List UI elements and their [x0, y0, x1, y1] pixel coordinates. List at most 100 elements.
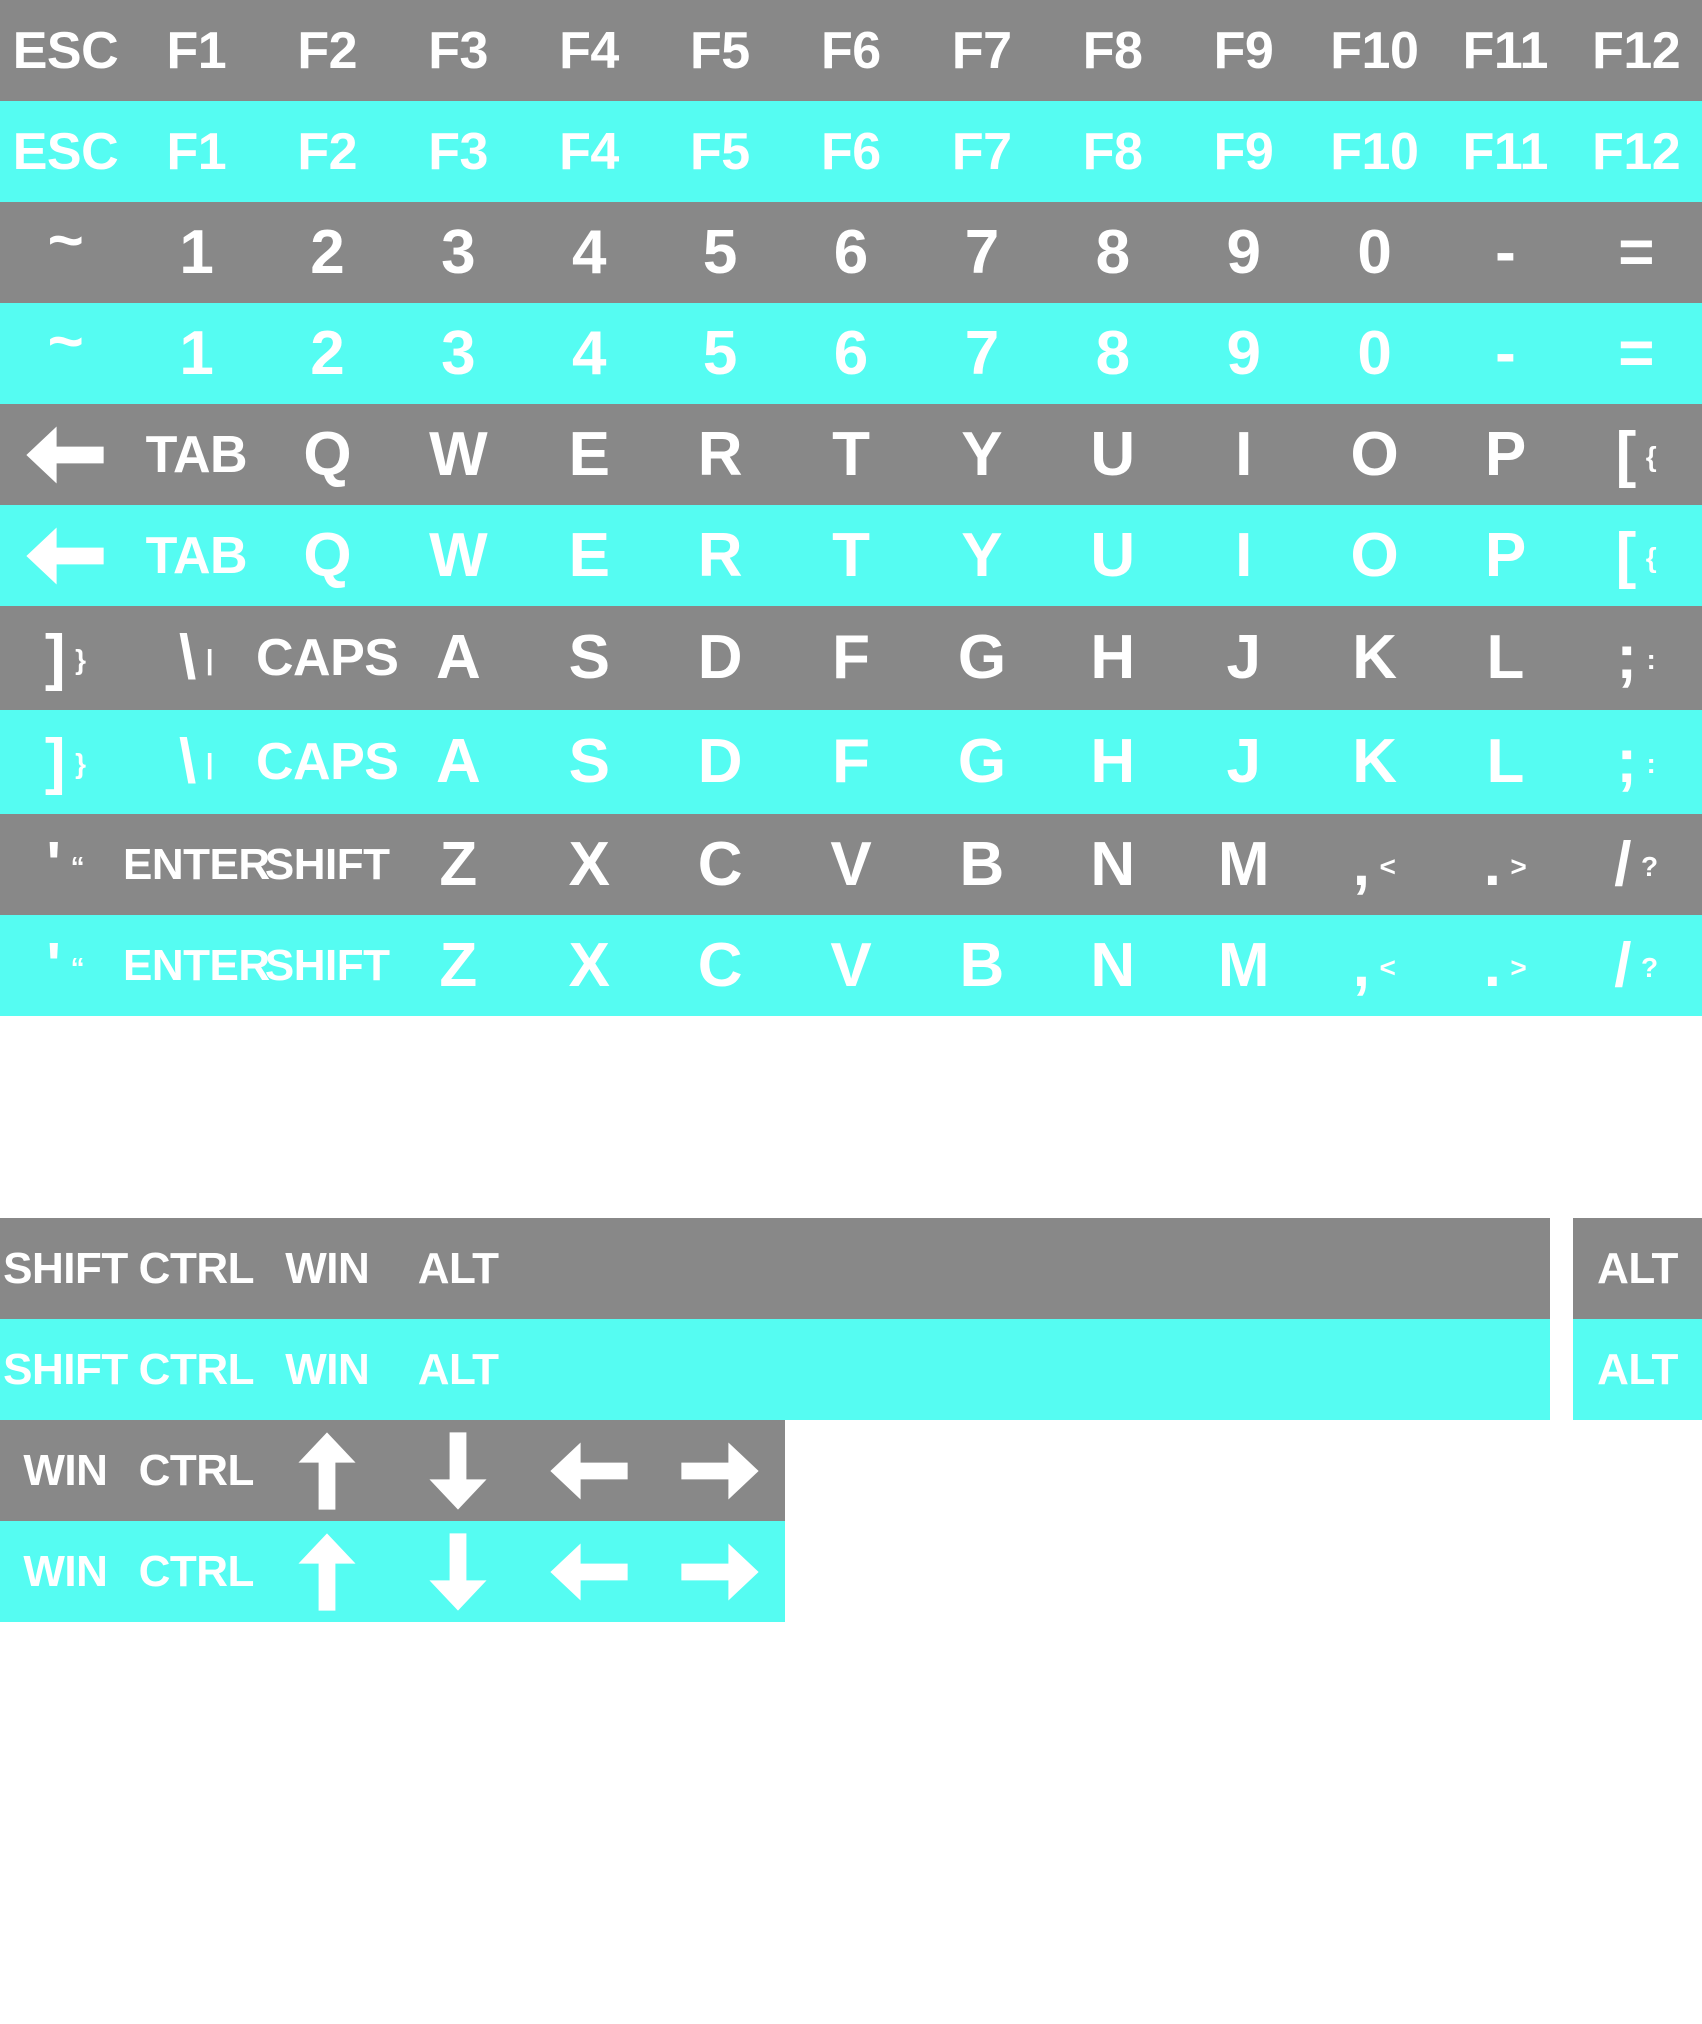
key-win[interactable]: WIN — [262, 1218, 393, 1319]
key-f[interactable]: F — [785, 710, 916, 814]
key-win[interactable]: WIN — [262, 1319, 393, 1420]
key-t[interactable]: T — [785, 505, 916, 606]
key-f2[interactable]: F2 — [262, 0, 393, 101]
key-0[interactable]: 0 — [1309, 202, 1440, 303]
key-r[interactable]: R — [654, 505, 785, 606]
key-0[interactable]: 0 — [1309, 303, 1440, 404]
key-shift[interactable]: SHIFT — [262, 915, 393, 1016]
key-sym12[interactable]: [{ — [1571, 404, 1702, 505]
key-sym0[interactable]: ~ — [0, 202, 131, 303]
arrow-down-icon[interactable] — [392, 1420, 523, 1521]
key-alt[interactable]: ALT — [1573, 1218, 1702, 1319]
key-g[interactable]: G — [916, 606, 1047, 710]
key-d[interactable]: D — [654, 710, 785, 814]
key-o[interactable]: O — [1309, 505, 1440, 606]
key-f10[interactable]: F10 — [1309, 0, 1440, 101]
key-f7[interactable]: F7 — [916, 0, 1047, 101]
key-5[interactable]: 5 — [654, 202, 785, 303]
key-shift[interactable]: SHIFT — [0, 1319, 131, 1420]
key-r[interactable]: R — [654, 404, 785, 505]
key-6[interactable]: 6 — [785, 202, 916, 303]
key-sym11[interactable]: - — [1440, 303, 1571, 404]
key-ctrl[interactable]: CTRL — [131, 1521, 262, 1622]
key-x[interactable]: X — [524, 814, 655, 915]
key-5[interactable]: 5 — [654, 303, 785, 404]
key-f2[interactable]: F2 — [262, 101, 393, 202]
key-esc[interactable]: ESC — [0, 0, 131, 101]
key-tab[interactable]: TAB — [131, 505, 262, 606]
key-p[interactable]: P — [1440, 404, 1571, 505]
key-8[interactable]: 8 — [1047, 303, 1178, 404]
key-f5[interactable]: F5 — [654, 0, 785, 101]
key-z[interactable]: Z — [393, 814, 524, 915]
arrow-down-icon[interactable] — [392, 1521, 523, 1622]
key-i[interactable]: I — [1178, 404, 1309, 505]
key-f11[interactable]: F11 — [1440, 0, 1571, 101]
key-u[interactable]: U — [1047, 505, 1178, 606]
arrow-left-icon[interactable] — [0, 404, 131, 505]
key-o[interactable]: O — [1309, 404, 1440, 505]
key-9[interactable]: 9 — [1178, 303, 1309, 404]
key-3[interactable]: 3 — [393, 202, 524, 303]
key-sym12[interactable]: = — [1571, 303, 1702, 404]
key-tab[interactable]: TAB — [131, 404, 262, 505]
key-p[interactable]: P — [1440, 505, 1571, 606]
key-sym0[interactable]: ' “ — [0, 915, 131, 1016]
key-n[interactable]: N — [1047, 915, 1178, 1016]
key-sym11[interactable]: . > — [1440, 915, 1571, 1016]
key-h[interactable]: H — [1047, 710, 1178, 814]
key-j[interactable]: J — [1178, 710, 1309, 814]
key-6[interactable]: 6 — [785, 303, 916, 404]
key-v[interactable]: V — [785, 814, 916, 915]
key-w[interactable]: W — [393, 505, 524, 606]
key-a[interactable]: A — [393, 710, 524, 814]
key-sym1[interactable]: \ | — [131, 606, 262, 710]
key-f3[interactable]: F3 — [393, 101, 524, 202]
key-enter[interactable]: ENTER — [123, 814, 270, 915]
key-caps[interactable]: CAPS — [256, 606, 399, 710]
key-f3[interactable]: F3 — [393, 0, 524, 101]
key-f12[interactable]: F12 — [1571, 0, 1702, 101]
key-sym12[interactable]: /? — [1571, 814, 1702, 915]
key-alt[interactable]: ALT — [393, 1218, 524, 1319]
key-t[interactable]: T — [785, 404, 916, 505]
key-sym12[interactable]: /? — [1571, 915, 1702, 1016]
key-sym11[interactable]: - — [1440, 202, 1571, 303]
key-2[interactable]: 2 — [262, 202, 393, 303]
key-j[interactable]: J — [1178, 606, 1309, 710]
key-f6[interactable]: F6 — [785, 101, 916, 202]
key-h[interactable]: H — [1047, 606, 1178, 710]
key-f1[interactable]: F1 — [131, 101, 262, 202]
key-8[interactable]: 8 — [1047, 202, 1178, 303]
arrow-left-icon[interactable] — [523, 1521, 654, 1622]
key-sym0[interactable]: ' “ — [0, 814, 131, 915]
key-c[interactable]: C — [654, 915, 785, 1016]
key-esc[interactable]: ESC — [0, 101, 131, 202]
key-f8[interactable]: F8 — [1047, 101, 1178, 202]
key-7[interactable]: 7 — [916, 303, 1047, 404]
key-f11[interactable]: F11 — [1440, 101, 1571, 202]
key-f1[interactable]: F1 — [131, 0, 262, 101]
key-enter[interactable]: ENTER — [123, 915, 270, 1016]
key-d[interactable]: D — [654, 606, 785, 710]
key-1[interactable]: 1 — [131, 303, 262, 404]
arrow-left-icon[interactable] — [0, 505, 131, 606]
key-m[interactable]: M — [1178, 814, 1309, 915]
key-4[interactable]: 4 — [524, 303, 655, 404]
key-q[interactable]: Q — [262, 404, 393, 505]
key-q[interactable]: Q — [262, 505, 393, 606]
key-win[interactable]: WIN — [0, 1420, 131, 1521]
key-win[interactable]: WIN — [0, 1521, 131, 1622]
key-f12[interactable]: F12 — [1571, 101, 1702, 202]
key-k[interactable]: K — [1309, 606, 1440, 710]
key-alt[interactable]: ALT — [1573, 1319, 1702, 1420]
key-f6[interactable]: F6 — [785, 0, 916, 101]
key-i[interactable]: I — [1178, 505, 1309, 606]
key-sym12[interactable]: ;: — [1571, 606, 1702, 710]
key-f7[interactable]: F7 — [916, 101, 1047, 202]
key-n[interactable]: N — [1047, 814, 1178, 915]
key-w[interactable]: W — [393, 404, 524, 505]
key-sym0[interactable]: ]} — [0, 710, 131, 814]
key-b[interactable]: B — [916, 814, 1047, 915]
key-1[interactable]: 1 — [131, 202, 262, 303]
